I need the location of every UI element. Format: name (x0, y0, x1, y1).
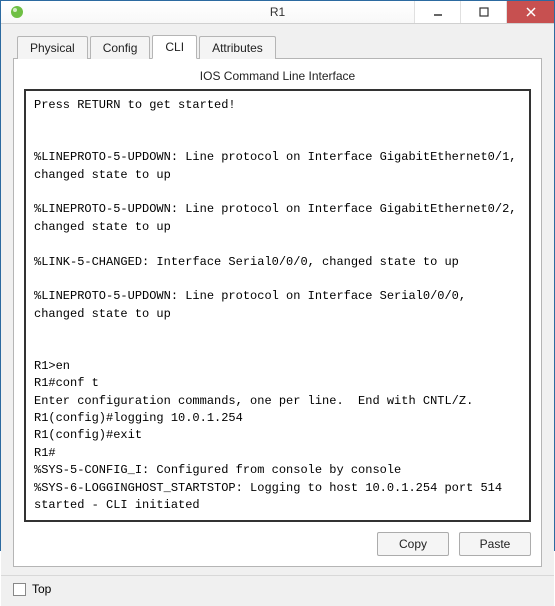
button-row: Copy Paste (24, 532, 531, 556)
footer: Top (1, 575, 554, 606)
minimize-icon (433, 7, 443, 17)
paste-button[interactable]: Paste (459, 532, 531, 556)
titlebar: R1 (1, 1, 554, 24)
top-label: Top (32, 582, 51, 596)
minimize-button[interactable] (414, 1, 460, 23)
window-controls (414, 1, 554, 23)
terminal-output[interactable]: Press RETURN to get started! %LINEPROTO-… (24, 89, 531, 522)
tab-cli[interactable]: CLI (152, 35, 197, 59)
close-icon (526, 7, 536, 17)
app-icon (9, 4, 25, 20)
panel-title: IOS Command Line Interface (24, 69, 531, 83)
client-area: Physical Config CLI Attributes IOS Comma… (1, 24, 554, 575)
cli-panel: IOS Command Line Interface Press RETURN … (13, 58, 542, 567)
copy-button[interactable]: Copy (377, 532, 449, 556)
maximize-button[interactable] (460, 1, 506, 23)
tab-attributes[interactable]: Attributes (199, 36, 276, 59)
tab-bar: Physical Config CLI Attributes (17, 34, 542, 58)
tab-config[interactable]: Config (90, 36, 151, 59)
maximize-icon (479, 7, 489, 17)
close-button[interactable] (506, 1, 554, 23)
tab-physical[interactable]: Physical (17, 36, 88, 59)
app-window: R1 Physical Config CLI Attributes IO (0, 0, 555, 551)
top-checkbox[interactable] (13, 583, 26, 596)
